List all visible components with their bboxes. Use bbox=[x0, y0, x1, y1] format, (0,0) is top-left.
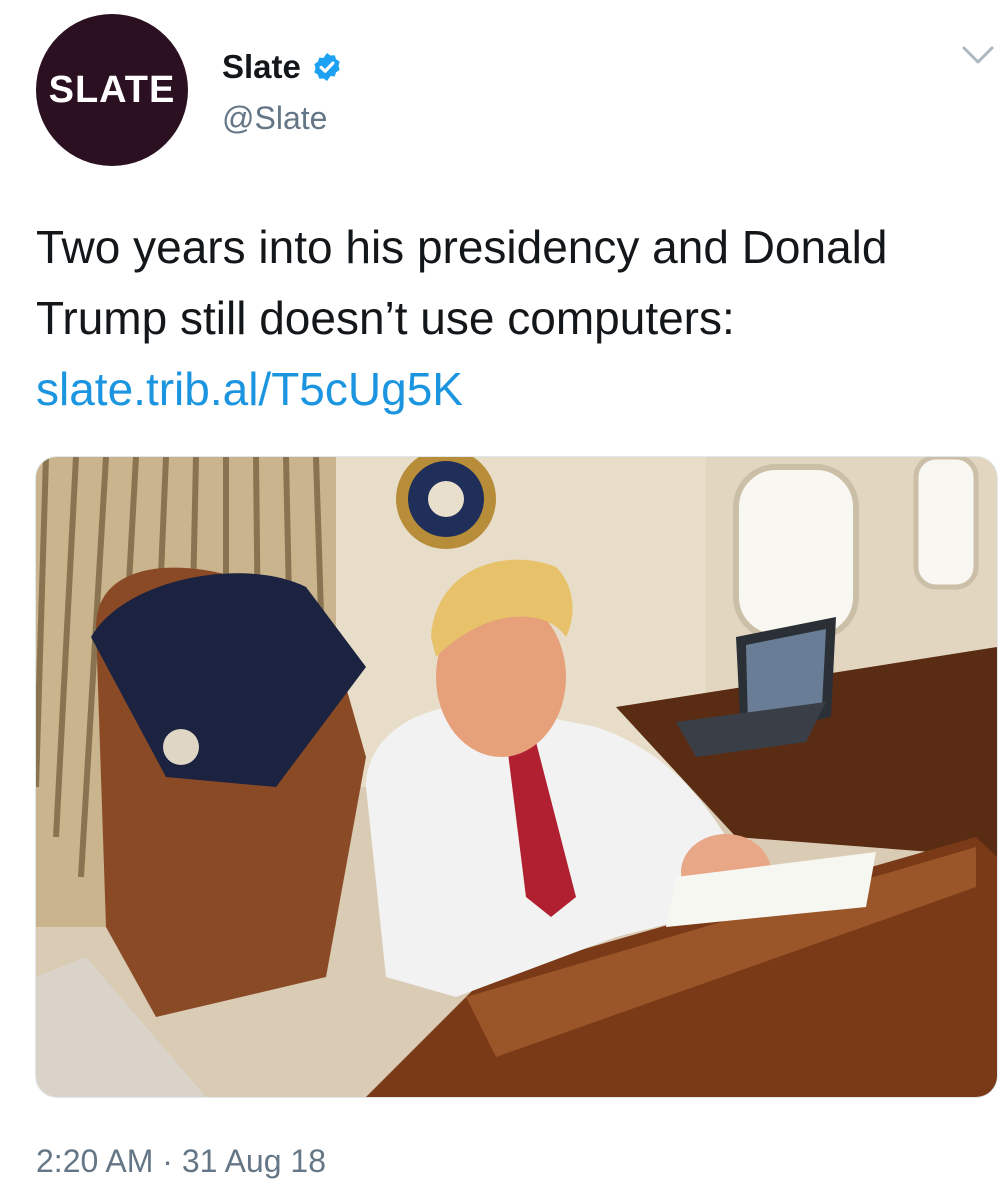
tweet-link[interactable]: slate.trib.al/T5cUg5K bbox=[36, 363, 463, 415]
verified-badge-icon bbox=[314, 53, 340, 81]
tweet-text: Two years into his presidency and Donald… bbox=[36, 212, 976, 425]
author-name-row[interactable]: Slate bbox=[222, 48, 343, 86]
avatar[interactable]: SLATE bbox=[36, 14, 188, 166]
display-name[interactable]: Slate bbox=[222, 48, 301, 86]
handle[interactable]: @Slate bbox=[222, 100, 327, 137]
avatar-logo-text: SLATE bbox=[48, 68, 176, 111]
tweet: SLATE Slate @Slate Two years into his pr… bbox=[0, 0, 1007, 1200]
tweet-media-photo[interactable] bbox=[35, 456, 998, 1098]
photo-illustration bbox=[36, 457, 997, 1097]
chevron-down-icon[interactable] bbox=[958, 40, 998, 70]
tweet-body: Two years into his presidency and Donald… bbox=[36, 221, 888, 344]
timestamp[interactable]: 2:20 AM · 31 Aug 18 bbox=[36, 1143, 326, 1180]
